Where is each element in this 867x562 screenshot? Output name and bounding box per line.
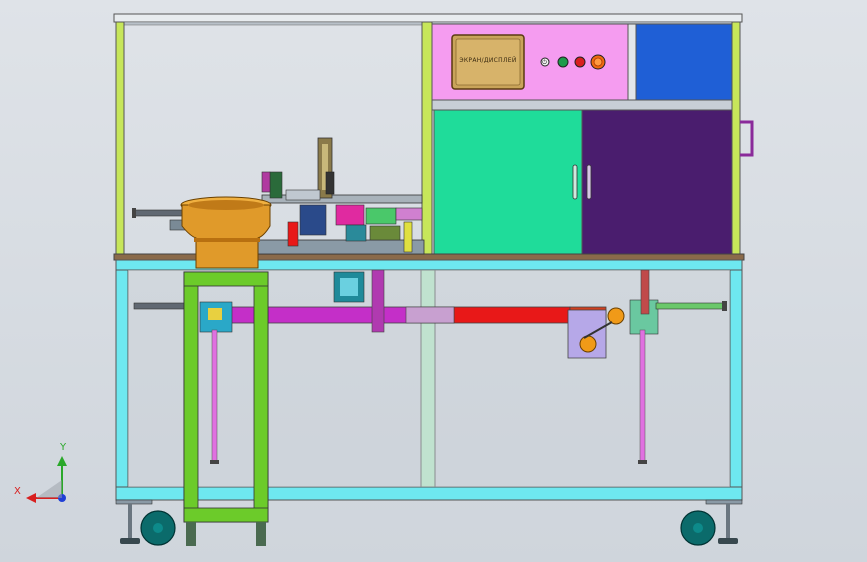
right-rod-cap: [722, 301, 727, 311]
red-button: [574, 56, 586, 68]
blue-panel: [635, 23, 733, 103]
panel-divider: [627, 23, 637, 103]
hmi-label: ЭКРАН/ДИСПЛЕЙ: [459, 57, 517, 64]
upper-post-left: [115, 21, 125, 255]
leveler-left-rod: [128, 504, 132, 538]
mech-block-2: [285, 189, 321, 201]
lower-drop-1: [371, 269, 385, 333]
lower-block-cyan-inner: [340, 278, 358, 296]
mech-block-10: [403, 221, 413, 253]
machine-drawing: [26, 13, 754, 546]
mech-block-1: [269, 171, 283, 199]
mech-block-7: [345, 224, 367, 242]
rail-red: [453, 306, 571, 324]
lower-bottom-beam: [115, 486, 743, 501]
leg-foot-left: [115, 499, 153, 505]
bowl-band: [194, 238, 260, 242]
pulley-top: [607, 307, 625, 325]
leveler-right-pad: [718, 538, 738, 544]
door-left-handle: [572, 164, 578, 200]
door-right: [581, 109, 733, 255]
left-slide-foot: [210, 460, 219, 464]
estop-button-cap: [593, 57, 603, 67]
right-rod: [655, 302, 727, 310]
mech-block-3: [299, 204, 327, 236]
leveler-left-pad: [120, 538, 140, 544]
side-handle: [740, 120, 754, 157]
left-slide: [211, 329, 218, 464]
mech-block-11: [261, 171, 271, 193]
upper-post-mid: [421, 21, 433, 255]
power-icon: ⏻: [542, 59, 547, 66]
lower-rod-left: [133, 302, 185, 310]
green-stand-left: [183, 271, 199, 523]
top-rail: [113, 13, 743, 23]
y-axis-arrow: [57, 456, 67, 466]
upper-post-right: [731, 21, 741, 255]
leveler-right-rod: [726, 504, 730, 538]
green-button: [557, 56, 569, 68]
panel-shelf: [431, 99, 733, 111]
cad-viewport: ЭКРАН/ДИСПЛЕЙ ⏻ Y X: [0, 0, 867, 562]
mech-block-4: [335, 204, 365, 226]
mech-block-8: [287, 221, 299, 247]
left-rod-cap: [132, 208, 136, 218]
caster-left-hub: [153, 523, 163, 533]
lower-post-left: [115, 269, 129, 488]
mech-block-6: [395, 207, 423, 221]
x-axis-arrow: [26, 493, 36, 503]
green-stand-right: [253, 271, 269, 523]
green-stand-bottom: [183, 507, 269, 523]
stand-foot-right: [256, 522, 266, 546]
green-stand-top: [183, 271, 269, 287]
caster-right-hub: [693, 523, 703, 533]
right-slide-foot: [638, 460, 647, 464]
mech-block-12: [325, 171, 335, 195]
left-rod: [133, 209, 185, 217]
door-right-handle: [586, 164, 592, 200]
lower-post-right: [729, 269, 743, 488]
triad-plane: [36, 480, 62, 498]
right-drop: [640, 269, 650, 315]
rail-grey-segment: [405, 306, 455, 324]
bowl-inner: [188, 200, 264, 210]
axis-x-label: X: [14, 486, 21, 497]
left-block-inner: [208, 308, 222, 320]
mech-block-5: [365, 207, 397, 225]
leg-foot-right: [705, 499, 743, 505]
right-slide: [639, 329, 646, 464]
feeder-base: [257, 239, 425, 255]
door-left: [433, 109, 583, 255]
axis-triad: [26, 456, 67, 503]
axis-y-label: Y: [60, 442, 67, 453]
stand-foot-left: [186, 522, 196, 546]
mech-block-9: [369, 225, 401, 241]
pulley-bottom: [579, 335, 597, 353]
